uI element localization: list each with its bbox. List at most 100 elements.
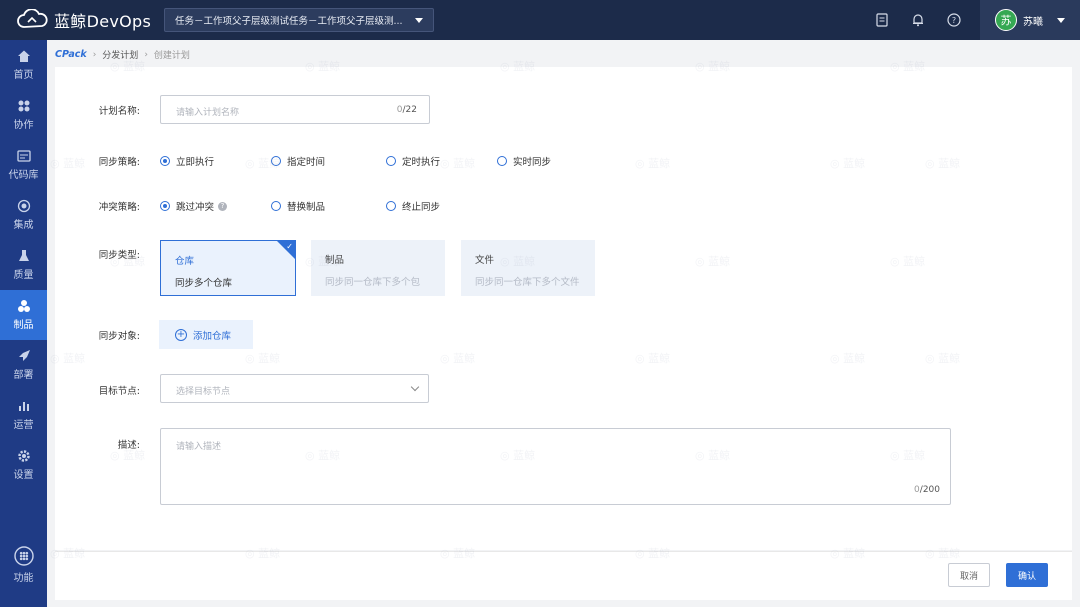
type-card-title: 仓库 <box>175 256 195 267</box>
quality-icon <box>18 250 29 261</box>
radio-strategy-specified-time[interactable]: 指定时间 <box>271 154 325 168</box>
radio-conflict-replace[interactable]: 替换制品 <box>271 199 325 213</box>
radio-conflict-skip[interactable]: 跳过冲突? <box>160 199 228 213</box>
sidebar-item-label: 首页 <box>13 70 34 81</box>
sidebar: 首页 协作 代码库 集成 质量 制品 部署 运营 设置 功能 <box>0 40 47 607</box>
bell-icon[interactable] <box>908 10 928 30</box>
radio-checked-icon <box>160 201 170 211</box>
sidebar-item-settings[interactable]: 设置 <box>0 440 47 490</box>
breadcrumb: CPack › 分发计划 › 创建计划 <box>55 48 190 61</box>
top-icons: ? <box>872 10 964 30</box>
collab-icon <box>18 100 29 112</box>
type-card-file[interactable]: 文件 同步同一仓库下多个文件 <box>461 240 595 296</box>
plus-icon: + <box>175 328 187 341</box>
add-repo-button[interactable]: + 添加仓库 <box>159 320 253 349</box>
add-repo-label: 添加仓库 <box>193 330 232 342</box>
plan-name-counter: 0/22 <box>396 105 417 115</box>
sidebar-item-label: 部署 <box>13 370 34 381</box>
target-node-placeholder: 选择目标节点 <box>176 387 231 397</box>
form-footer <box>55 551 1072 600</box>
object-label: 同步对象: <box>98 331 140 342</box>
brand-logo[interactable]: 蓝鲸DevOps <box>0 8 160 32</box>
sidebar-item-quality[interactable]: 质量 <box>0 240 47 290</box>
check-icon: ✓ <box>286 242 293 251</box>
plan-name-input[interactable]: 请输入计划名称 0/22 <box>160 95 430 124</box>
type-card-desc: 同步同一仓库下多个文件 <box>475 277 580 288</box>
sidebar-item-label: 协作 <box>13 120 34 131</box>
breadcrumb-current: 创建计划 <box>153 51 190 61</box>
sidebar-item-label: 质量 <box>13 270 34 281</box>
brand-name: 蓝鲸DevOps <box>54 12 152 31</box>
help-icon[interactable]: ? <box>944 10 964 30</box>
sidebar-item-label: 运营 <box>13 420 34 431</box>
settings-icon <box>17 450 30 462</box>
project-name: 任务－工作项父子层级测试任务－工作项父子层级测... <box>175 16 403 27</box>
description-counter: 0/200 <box>914 485 940 495</box>
avatar: 苏 <box>995 9 1017 31</box>
chevron-right-icon: › <box>92 49 97 60</box>
sidebar-item-label: 代码库 <box>8 170 39 181</box>
conflict-label: 冲突策略: <box>98 202 140 213</box>
radio-strategy-scheduled[interactable]: 定时执行 <box>386 154 440 168</box>
description-placeholder: 请输入描述 <box>176 442 222 452</box>
radio-strategy-realtime[interactable]: 实时同步 <box>497 154 551 168</box>
deploy-icon <box>18 350 30 361</box>
type-card-title: 制品 <box>325 255 345 266</box>
breadcrumb-root[interactable]: CPack <box>55 49 87 60</box>
svg-text:?: ? <box>952 16 956 25</box>
sidebar-item-deploy[interactable]: 部署 <box>0 340 47 390</box>
sidebar-item-ops[interactable]: 运营 <box>0 390 47 440</box>
user-name: 苏曦 <box>1023 16 1043 28</box>
sidebar-item-label: 集成 <box>13 220 34 231</box>
breadcrumb-parent[interactable]: 分发计划 <box>102 48 138 61</box>
chevron-down-icon <box>410 382 420 392</box>
radio-conflict-abort[interactable]: 终止同步 <box>386 199 440 213</box>
description-textarea[interactable]: 请输入描述 0/200 <box>160 428 951 505</box>
sidebar-item-artifact[interactable]: 制品 <box>0 290 47 340</box>
radio-unchecked-icon <box>386 156 396 166</box>
sidebar-item-label: 设置 <box>13 470 34 481</box>
node-label: 目标节点: <box>98 386 140 397</box>
home-icon <box>17 50 30 62</box>
confirm-button[interactable]: 确认 <box>1006 563 1048 587</box>
sidebar-item-label: 制品 <box>13 320 34 331</box>
artifact-icon <box>17 300 30 312</box>
user-menu[interactable]: 苏 苏曦 <box>980 0 1080 40</box>
radio-unchecked-icon <box>271 156 281 166</box>
grid-icon <box>13 546 34 566</box>
integration-icon <box>17 199 30 213</box>
cancel-button[interactable]: 取消 <box>948 563 990 587</box>
project-selector[interactable]: 任务－工作项父子层级测试任务－工作项父子层级测... <box>164 8 434 32</box>
caret-down-icon <box>415 17 423 23</box>
sidebar-item-home[interactable]: 首页 <box>0 40 47 90</box>
type-card-desc: 同步多个仓库 <box>175 278 233 289</box>
type-card-repo[interactable]: ✓ 仓库 同步多个仓库 <box>160 240 296 296</box>
radio-unchecked-icon <box>497 156 507 166</box>
type-card-artifact[interactable]: 制品 同步同一仓库下多个包 <box>311 240 445 296</box>
sidebar-item-collab[interactable]: 协作 <box>0 90 47 140</box>
desc-label: 描述: <box>117 440 140 451</box>
type-label: 同步类型: <box>98 250 140 261</box>
radio-strategy-immediate[interactable]: 立即执行 <box>160 154 214 168</box>
target-node-select[interactable]: 选择目标节点 <box>160 374 429 403</box>
sidebar-item-integration[interactable]: 集成 <box>0 190 47 240</box>
sidebar-item-label: 功能 <box>13 573 34 584</box>
sidebar-item-code[interactable]: 代码库 <box>0 140 47 190</box>
strategy-label: 同步策略: <box>98 157 140 168</box>
radio-unchecked-icon <box>386 201 396 211</box>
plan-name-placeholder: 请输入计划名称 <box>176 108 240 118</box>
top-bar: 蓝鲸DevOps 任务－工作项父子层级测试任务－工作项父子层级测... ? 苏 … <box>0 0 1080 40</box>
document-icon[interactable] <box>872 10 892 30</box>
chevron-right-icon: › <box>144 49 148 60</box>
cloud-logo-icon <box>17 9 48 28</box>
caret-down-icon <box>1057 17 1065 23</box>
plan-name-label: 计划名称: <box>98 106 140 117</box>
help-icon[interactable]: ? <box>218 201 228 211</box>
sidebar-item-features[interactable]: 功能 <box>0 540 47 590</box>
type-card-title: 文件 <box>475 255 495 266</box>
radio-checked-icon <box>160 156 170 166</box>
radio-unchecked-icon <box>271 201 281 211</box>
type-card-desc: 同步同一仓库下多个包 <box>325 277 421 288</box>
code-icon <box>16 150 31 162</box>
ops-icon <box>18 402 29 411</box>
